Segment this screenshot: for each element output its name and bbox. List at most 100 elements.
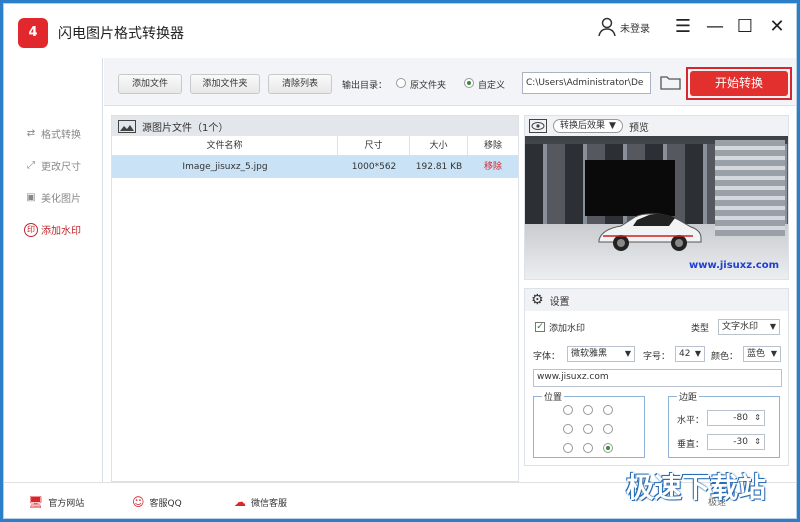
font-select[interactable]: 微软雅黑 ▼ xyxy=(567,346,635,362)
horizontal-value: -80 xyxy=(733,413,748,423)
sidebar-item-beautify[interactable]: ▣ 美化图片 xyxy=(24,190,81,205)
settings-panel: ⚙ 设置 ✓ 添加水印 类型 文字水印 ▼ 字体： 微软雅黑 ▼ 字号： 42 ▼ 颜… xyxy=(524,288,789,466)
horizontal-label: 水平： xyxy=(677,416,705,426)
file-dimensions: 1000*562 xyxy=(351,162,397,172)
chevron-down-icon: ▼ xyxy=(694,349,701,358)
add-watermark-checkbox[interactable]: ✓ xyxy=(535,322,545,332)
sidebar-item-resize[interactable]: ⤢ 更改尺寸 xyxy=(24,158,81,173)
close-icon[interactable]: ✕ xyxy=(766,15,788,37)
login-label: 未登录 xyxy=(620,23,650,35)
vertical-value: -30 xyxy=(733,437,748,447)
preview-mode-value: 转换后效果 xyxy=(560,121,606,131)
clear-list-button[interactable]: 清除列表 xyxy=(268,74,332,94)
wechat-support-link[interactable]: ☁ 微信客服 xyxy=(234,495,287,509)
position-radio[interactable] xyxy=(583,424,593,434)
start-button-frame: 开始转换 xyxy=(686,67,792,100)
position-radio[interactable] xyxy=(563,443,573,453)
margin-label: 边距 xyxy=(677,390,700,403)
col-size: 尺寸 xyxy=(338,136,410,155)
spinner-icon[interactable]: ⇕ xyxy=(754,435,761,449)
convert-icon: ⇄ xyxy=(26,128,36,139)
type-label: 类型 xyxy=(691,324,710,334)
app-window: 4 闪电图片格式转换器 未登录 ☰ — ☐ ✕ ⇄ 格式转换 ⤢ 更改尺寸 ▣ 美化图… xyxy=(3,3,797,519)
title-bar: 4 闪电图片格式转换器 未登录 ☰ — ☐ ✕ xyxy=(4,4,796,58)
position-radio-selected[interactable] xyxy=(603,443,613,453)
start-convert-button[interactable]: 开始转换 xyxy=(690,71,788,96)
file-list-panel: 源图片文件（1个） 文件名称 尺寸 大小 移除 Image_jisuxz_5.j… xyxy=(111,115,519,482)
chevron-down-icon: ▼ xyxy=(624,349,631,358)
add-file-button[interactable]: 添加文件 xyxy=(118,74,182,94)
type-value: 文字水印 xyxy=(722,322,759,332)
vertical-input[interactable]: -30 ⇕ xyxy=(707,434,765,450)
table-header: 文件名称 尺寸 大小 移除 xyxy=(112,136,518,156)
add-watermark-label: 添加水印 xyxy=(549,324,586,334)
file-list-header: 源图片文件（1个） xyxy=(112,116,518,136)
custom-folder-label: 自定义 xyxy=(478,81,506,91)
position-radio[interactable] xyxy=(603,424,613,434)
table-row[interactable]: Image_jisuxz_5.jpg 1000*562 192.81 KB 移除 xyxy=(112,156,518,178)
file-name: Image_jisuxz_5.jpg xyxy=(182,162,268,172)
preview-mode-select[interactable]: 转换后效果 ▼ xyxy=(553,119,623,133)
spinner-icon[interactable]: ⇕ xyxy=(754,411,761,425)
file-size: 192.81 KB xyxy=(415,162,463,172)
col-bytes: 大小 xyxy=(410,136,468,155)
custom-folder-radio[interactable] xyxy=(464,78,474,88)
file-list-title: 源图片文件（1个） xyxy=(142,122,229,134)
monitor-icon: 🖥 xyxy=(28,495,44,509)
size-select[interactable]: 42 ▼ xyxy=(675,346,705,362)
size-label: 字号： xyxy=(643,352,671,362)
output-path-input[interactable]: C:\Users\Administrator\De xyxy=(522,72,651,94)
sidebar: ⇄ 格式转换 ⤢ 更改尺寸 ▣ 美化图片 印添加水印 xyxy=(4,58,103,482)
qq-support-link[interactable]: ☺ 客服QQ xyxy=(132,495,182,509)
size-value: 42 xyxy=(679,349,691,359)
toolbar: 添加文件 添加文件夹 清除列表 输出目录： 原文件夹 自定义 C:\Users\… xyxy=(104,58,796,106)
sidebar-item-label: 格式转换 xyxy=(41,130,81,141)
position-radio[interactable] xyxy=(563,424,573,434)
website-link[interactable]: 🖥 官方网站 xyxy=(28,495,84,509)
preview-panel: 转换后效果 ▼ 预览 www.jisuxz.com xyxy=(524,115,789,280)
output-dir-label: 输出目录： xyxy=(342,81,388,91)
preview-label: 预览 xyxy=(628,122,649,134)
horizontal-input[interactable]: -80 ⇕ xyxy=(707,410,765,426)
settings-header: ⚙ 设置 xyxy=(525,289,788,311)
resize-icon: ⤢ xyxy=(27,160,35,171)
minimize-icon[interactable]: — xyxy=(704,15,726,37)
position-radio[interactable] xyxy=(583,405,593,415)
position-radio[interactable] xyxy=(583,443,593,453)
col-remove: 移除 xyxy=(483,141,502,151)
app-logo-icon: 4 xyxy=(18,18,48,48)
folder-icon[interactable] xyxy=(660,74,682,94)
col-name: 文件名称 xyxy=(112,136,338,155)
stamp-icon: 印 xyxy=(24,222,38,237)
wechat-label: 微信客服 xyxy=(251,498,288,509)
preview-image: www.jisuxz.com xyxy=(525,136,788,279)
maximize-icon[interactable]: ☐ xyxy=(734,15,756,37)
position-radio[interactable] xyxy=(563,405,573,415)
login-button[interactable]: 未登录 xyxy=(598,16,650,38)
sidebar-item-format[interactable]: ⇄ 格式转换 xyxy=(24,126,81,141)
sidebar-item-watermark[interactable]: 印添加水印 xyxy=(24,222,81,237)
font-value: 微软雅黑 xyxy=(571,349,608,359)
add-folder-button[interactable]: 添加文件夹 xyxy=(190,74,260,94)
preview-header: 转换后效果 ▼ 预览 xyxy=(525,116,788,136)
font-label: 字体： xyxy=(533,352,561,362)
position-label: 位置 xyxy=(542,390,565,403)
gear-icon: ⚙ xyxy=(531,292,544,308)
watermark-text-input[interactable]: www.jisuxz.com xyxy=(533,369,782,387)
original-folder-radio[interactable] xyxy=(396,78,406,88)
color-select[interactable]: 蓝色 ▼ xyxy=(743,346,781,362)
eye-icon xyxy=(529,119,547,133)
qq-label: 客服QQ xyxy=(149,498,182,509)
position-radio[interactable] xyxy=(603,405,613,415)
menu-icon[interactable]: ☰ xyxy=(672,15,694,37)
image-icon: ▣ xyxy=(26,192,36,203)
vertical-label: 垂直： xyxy=(677,440,705,450)
color-label: 颜色： xyxy=(711,352,739,362)
preview-watermark-text: www.jisuxz.com xyxy=(689,260,780,271)
app-title: 闪电图片格式转换器 xyxy=(58,26,184,42)
remove-link[interactable]: 移除 xyxy=(468,156,518,178)
chevron-down-icon: ▼ xyxy=(609,121,616,131)
type-select[interactable]: 文字水印 ▼ xyxy=(718,319,780,335)
user-icon xyxy=(598,17,616,37)
site-watermark: 极速下载站 xyxy=(626,471,767,504)
